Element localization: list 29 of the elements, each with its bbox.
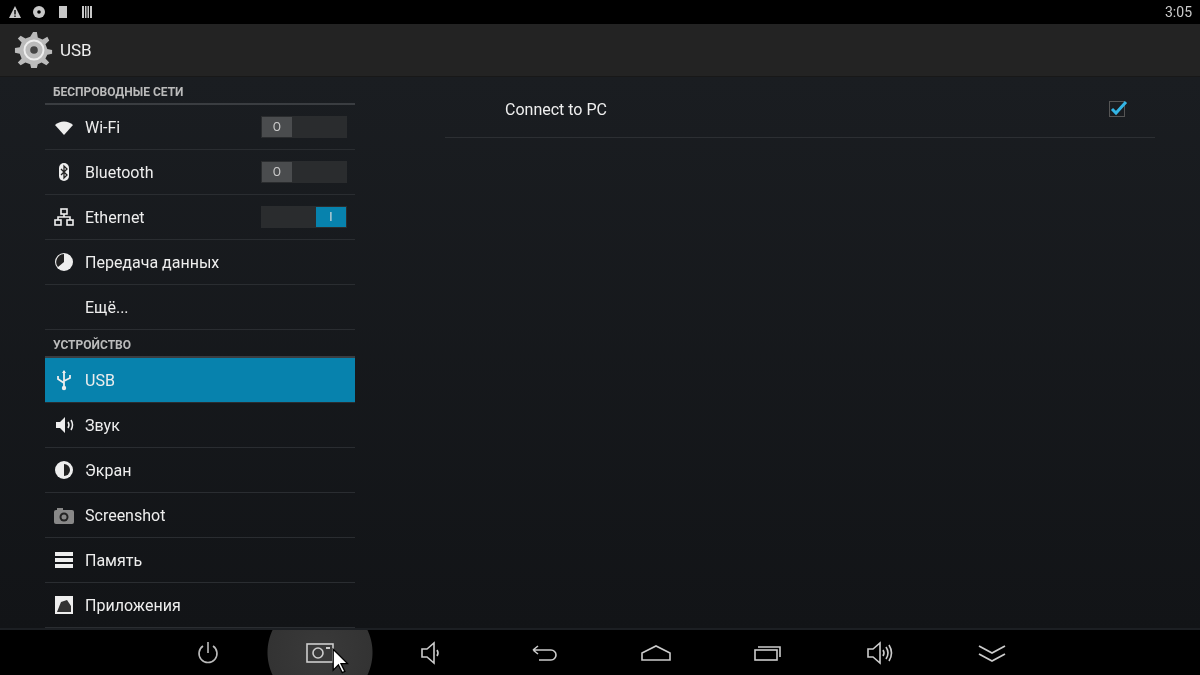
settings-item[interactable]: Передача данных <box>45 240 355 285</box>
brightness-icon <box>53 459 75 481</box>
toggle-switch[interactable]: O <box>261 116 347 138</box>
section-header: БЕСПРОВОДНЫЕ СЕТИ <box>45 77 355 105</box>
storage-icon <box>53 549 75 571</box>
checkbox[interactable] <box>1109 101 1125 117</box>
settings-item[interactable]: Память <box>45 538 355 583</box>
settings-item[interactable]: Звук <box>45 403 355 448</box>
gear-icon <box>14 30 54 70</box>
bars-icon <box>80 5 94 19</box>
settings-item[interactable]: Ещё... <box>45 285 355 330</box>
screen-title: USB <box>60 40 92 60</box>
sd-card-icon <box>56 5 70 19</box>
toggle-switch[interactable]: I <box>261 206 347 228</box>
disc-icon <box>32 5 46 19</box>
setting-label: Connect to PC <box>505 99 608 119</box>
settings-item[interactable]: USB <box>45 358 355 403</box>
settings-item[interactable]: Ethernet I <box>45 195 355 240</box>
clock-time: 3:05 <box>1165 4 1192 20</box>
speaker-icon <box>865 639 895 666</box>
settings-item[interactable]: Bluetooth O <box>45 150 355 195</box>
settings-item[interactable]: Экран <box>45 448 355 493</box>
toggle-switch[interactable]: O <box>261 161 347 183</box>
apps-icon <box>53 594 75 616</box>
pie-chart-icon <box>53 251 75 273</box>
settings-item[interactable]: Wi-Fi O <box>45 105 355 150</box>
network-icon <box>53 206 75 228</box>
warning-icon <box>8 5 22 19</box>
settings-item[interactable]: Screenshot <box>45 493 355 538</box>
